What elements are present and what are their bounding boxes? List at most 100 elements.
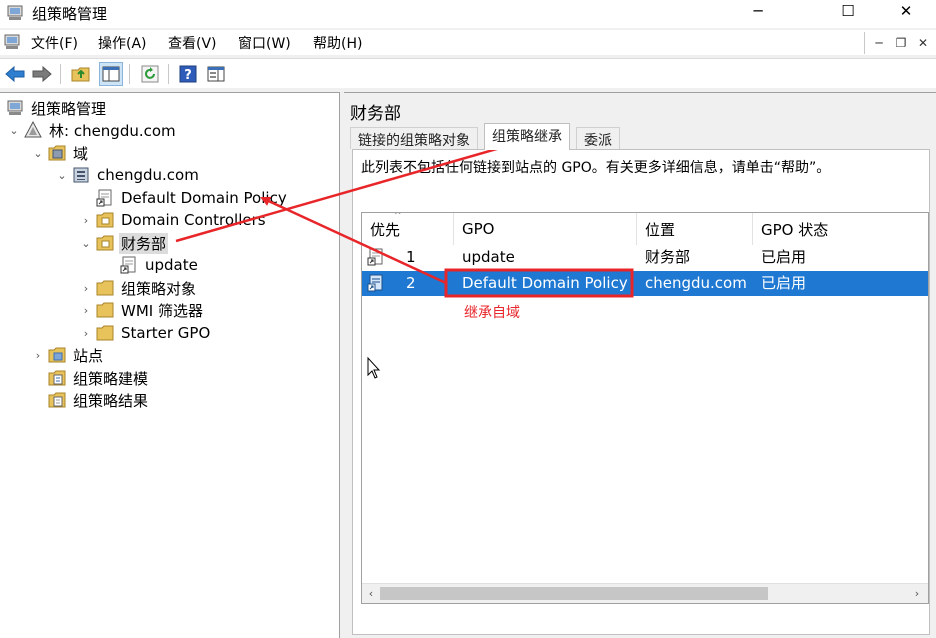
scroll-left-button[interactable]: ‹ (362, 585, 380, 603)
column-header-label: 位置 (645, 220, 676, 239)
tree-label: 财务部 (119, 232, 169, 254)
chevron-right-icon[interactable]: › (32, 349, 44, 362)
menu-action[interactable]: 操作(A) (98, 33, 147, 53)
horizontal-scrollbar[interactable]: ‹ › (362, 583, 928, 603)
scroll-right-button[interactable]: › (908, 585, 926, 603)
tab-gpo-inheritance[interactable]: 组策略继承 (484, 123, 570, 150)
tree-label: 组策略结果 (73, 391, 149, 410)
tree-node-domains[interactable]: ⌄ 域 (32, 142, 90, 164)
table-row-selected[interactable]: 2 Default Domain Policy chengdu.com 已启用 (362, 271, 928, 296)
tree-node-default-domain-policy[interactable]: Default Domain Policy (96, 187, 289, 209)
column-header-gpo[interactable]: GPO (454, 213, 637, 245)
maximize-button[interactable]: ☐ (826, 0, 870, 22)
chevron-down-icon[interactable]: ⌄ (32, 147, 44, 160)
up-folder-button[interactable] (69, 62, 93, 86)
mdi-close-button[interactable]: ✕ (912, 32, 934, 54)
back-icon (5, 66, 25, 82)
svg-text:?: ? (184, 68, 192, 83)
menu-window[interactable]: 窗口(W) (238, 33, 291, 53)
info-text: 此列表不包括任何链接到站点的 GPO。有关更多详细信息，请单击“帮助”。 (361, 160, 831, 176)
toolbar-separator (60, 64, 61, 84)
table-row[interactable]: 1 update 财务部 已启用 (362, 245, 928, 270)
menu-help[interactable]: 帮助(H) (313, 33, 362, 53)
console-icon[interactable] (3, 33, 21, 51)
tree-label: 林: chengdu.com (49, 121, 176, 140)
up-folder-icon (71, 67, 90, 82)
sites-icon (48, 347, 66, 363)
tree-label: update (145, 256, 198, 274)
console-tree: 组策略管理 ⌄ 林: chengdu.com ⌄ 域 ⌄ chengdu.com… (0, 92, 340, 638)
forward-icon (32, 66, 52, 82)
tree-node-results[interactable]: 组策略结果 (48, 389, 150, 411)
tree-node-root[interactable]: 组策略管理 (6, 97, 108, 119)
mdi-restore-button[interactable]: ❐ (890, 32, 912, 54)
back-button[interactable] (3, 62, 27, 86)
properties-button[interactable] (204, 62, 228, 86)
cell-precedence: 1 (406, 248, 416, 266)
show-hide-tree-icon (102, 66, 120, 82)
gpo-link-icon (96, 189, 112, 207)
forward-button[interactable] (30, 62, 54, 86)
tree-label: WMI 筛选器 (121, 301, 203, 320)
chevron-right-icon[interactable]: › (80, 304, 92, 317)
gpmc-icon (7, 100, 23, 115)
chevron-right-icon[interactable]: › (80, 214, 92, 227)
refresh-button[interactable] (138, 62, 162, 86)
chevron-down-icon[interactable]: ⌄ (56, 169, 68, 182)
refresh-icon (141, 65, 159, 83)
tab-delegation[interactable]: 委派 (576, 127, 620, 149)
tree-node-update[interactable]: update (120, 254, 200, 276)
ou-folder-icon (96, 212, 114, 228)
mdi-minimize-button[interactable]: ─ (868, 32, 890, 54)
cell-status: 已启用 (761, 248, 807, 266)
tree-node-domain[interactable]: ⌄ chengdu.com (56, 164, 201, 186)
tree-label: chengdu.com (97, 166, 199, 184)
chevron-right-icon[interactable]: › (80, 282, 92, 295)
tree-node-gpo-objects[interactable]: › 组策略对象 (80, 277, 198, 299)
chevron-right-icon[interactable]: › (80, 327, 92, 340)
column-header-status[interactable]: GPO 状态 (753, 213, 928, 245)
domain-icon (73, 167, 89, 183)
details-pane: 财务部 链接的组策略对象 组策略继承 委派 此列表不包括任何链接到站点的 GPO… (344, 92, 936, 638)
tree-label: Starter GPO (121, 324, 211, 342)
sort-ascending-icon: ^ (394, 212, 402, 221)
chevron-down-icon[interactable]: ⌄ (80, 237, 92, 250)
column-header-location[interactable]: 位置 (637, 213, 753, 245)
tree-node-forest[interactable]: ⌄ 林: chengdu.com (8, 119, 178, 141)
gpo-link-icon (367, 274, 383, 292)
tree-node-wmi-filters[interactable]: › WMI 筛选器 (80, 299, 205, 321)
tree-node-finance-ou[interactable]: ⌄ 财务部 (80, 232, 169, 254)
column-header-label: 优先 (370, 220, 401, 239)
menu-file[interactable]: 文件(F) (31, 33, 78, 53)
toolbar-separator (129, 64, 130, 84)
tree-node-starter-gpo[interactable]: › Starter GPO (80, 322, 212, 344)
cell-status: 已启用 (761, 274, 807, 292)
menu-divider (864, 32, 865, 54)
tree-node-domain-controllers[interactable]: › Domain Controllers (80, 209, 268, 231)
cell-precedence: 2 (406, 274, 416, 292)
gpo-link-icon (367, 248, 383, 266)
tab-linked-gpos[interactable]: 链接的组策略对象 (350, 127, 478, 149)
results-icon (48, 392, 66, 408)
folder-icon (96, 302, 114, 318)
minimize-button[interactable]: ─ (736, 0, 780, 22)
tree-label: 组策略管理 (31, 99, 107, 118)
tree-label: 组策略对象 (121, 279, 197, 298)
help-button[interactable]: ? (176, 62, 200, 86)
properties-icon (207, 66, 225, 82)
cell-gpo: update (462, 248, 515, 266)
menu-view[interactable]: 查看(V) (168, 33, 217, 53)
toolbar: ? (0, 58, 936, 88)
window-title: 组策略管理 (32, 5, 108, 23)
column-header-precedence[interactable]: ^ 优先 (362, 213, 454, 245)
inheritance-list[interactable]: ^ 优先 GPO 位置 GPO 状态 1 update 财务部 已启用 2 De… (361, 212, 929, 604)
help-icon: ? (179, 65, 197, 83)
chevron-down-icon[interactable]: ⌄ (8, 124, 20, 137)
scroll-thumb[interactable] (380, 587, 768, 600)
cell-location: chengdu.com (645, 274, 747, 292)
show-hide-tree-button[interactable] (99, 62, 123, 86)
title-bar: 组策略管理 ─ ☐ ✕ (0, 0, 936, 28)
tree-node-sites[interactable]: › 站点 (32, 344, 105, 366)
close-button[interactable]: ✕ (884, 0, 928, 22)
tree-node-modeling[interactable]: 组策略建模 (48, 367, 150, 389)
